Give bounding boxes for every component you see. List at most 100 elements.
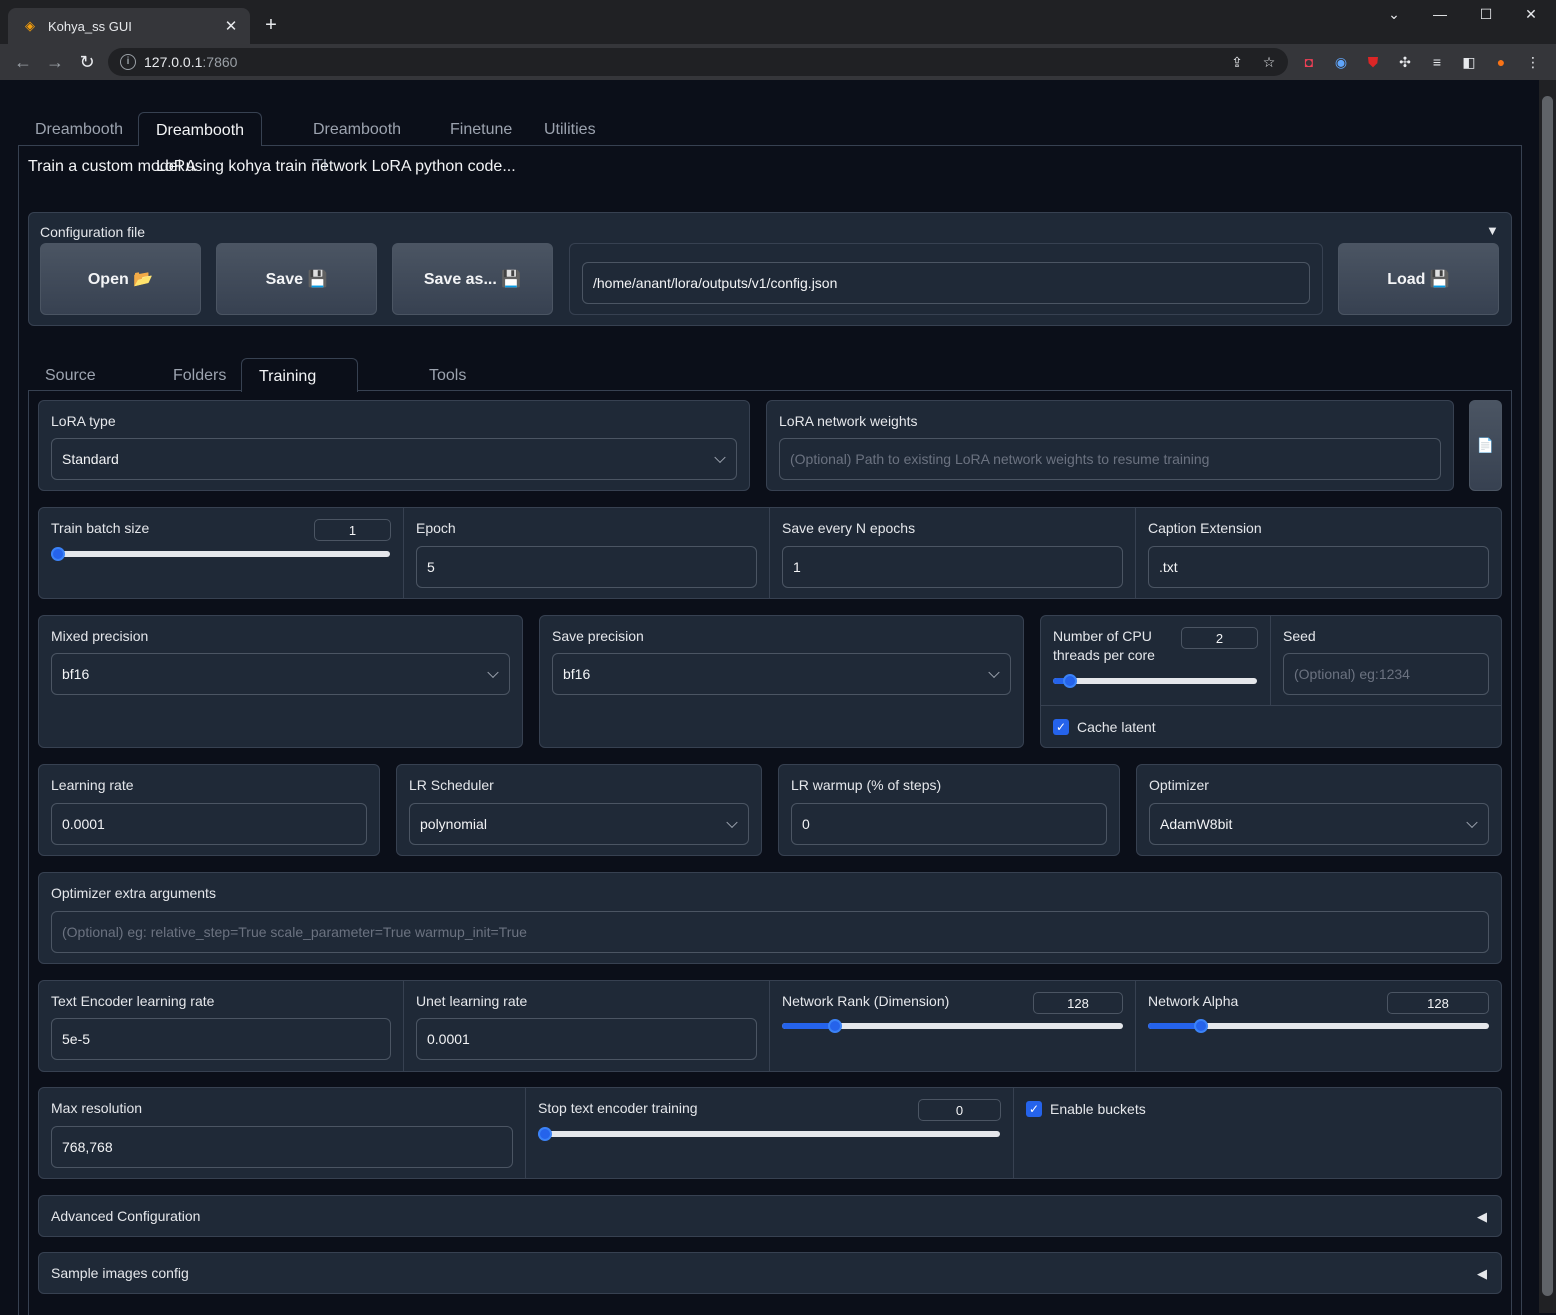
te-lr-label: Text Encoder learning rate <box>51 993 215 1009</box>
max-resolution-label: Max resolution <box>51 1100 143 1116</box>
config-file-label: Configuration file <box>40 224 146 240</box>
caption-ext-input[interactable]: .txt <box>1148 546 1489 588</box>
page-scrollbar-thumb[interactable] <box>1542 96 1553 1296</box>
save-every-label: Save every N epochs <box>782 520 916 536</box>
optimizer-select[interactable]: AdamW8bit <box>1149 803 1489 845</box>
pocket-extension-icon[interactable]: ◘ <box>1300 53 1318 71</box>
network-rank-number[interactable]: 128 <box>1033 992 1123 1014</box>
maximize-icon[interactable]: ☐ <box>1475 6 1497 23</box>
save-every-input[interactable]: 1 <box>782 546 1123 588</box>
lora-type-select[interactable]: Standard <box>51 438 737 480</box>
collapse-triangle-icon[interactable]: ▼ <box>1486 223 1499 238</box>
new-tab-icon[interactable]: + <box>260 14 282 36</box>
back-icon[interactable]: ← <box>12 52 34 72</box>
sample-images-accordion[interactable] <box>38 1252 1502 1294</box>
password-manager-extension-icon[interactable]: ◉ <box>1332 53 1350 71</box>
tab-training-parameters[interactable]: Training parameters <box>241 358 358 421</box>
unet-lr-input[interactable]: 0.0001 <box>416 1018 757 1060</box>
seed-input[interactable]: (Optional) eg:1234 <box>1283 653 1489 695</box>
cpu-threads-number[interactable]: 2 <box>1181 627 1258 649</box>
lora-weights-input[interactable]: (Optional) Path to existing LoRA network… <box>779 438 1441 480</box>
stop-te-slider[interactable] <box>538 1127 1000 1141</box>
tab-source-model[interactable]: Source model <box>28 358 113 420</box>
load-config-button[interactable]: Load 💾 <box>1338 243 1499 315</box>
close-tab-icon[interactable]: ✕ <box>222 17 240 35</box>
tab-dreambooth[interactable]: Dreambooth <box>18 112 140 146</box>
tab-utilities[interactable]: Utilities <box>527 112 613 146</box>
forward-icon[interactable]: → <box>44 52 66 72</box>
tab-dreambooth-ti[interactable]: Dreambooth TI <box>296 112 418 174</box>
chevron-down-icon <box>726 816 738 829</box>
slider-knob[interactable] <box>538 1127 552 1141</box>
enable-buckets-label: Enable buckets <box>1050 1101 1146 1117</box>
tab-finetune[interactable]: Finetune <box>433 112 529 146</box>
open-config-button[interactable]: Open 📂 <box>40 243 201 315</box>
te-lr-input[interactable]: 5e-5 <box>51 1018 391 1060</box>
config-path-input[interactable]: /home/anant/lora/outputs/v1/config.json <box>582 262 1310 304</box>
cpu-threads-label-line1: Number of CPU <box>1053 628 1152 644</box>
tab-search-chevron-icon[interactable]: ⌄ <box>1383 6 1405 23</box>
network-rank-slider[interactable] <box>782 1019 1123 1033</box>
save-as-config-button[interactable]: Save as... 💾 <box>392 243 553 315</box>
lora-type-value: Standard <box>62 451 119 467</box>
network-alpha-label: Network Alpha <box>1148 993 1239 1009</box>
max-resolution-input[interactable]: 768,768 <box>51 1126 513 1168</box>
learning-rate-input[interactable]: 0.0001 <box>51 803 367 845</box>
share-icon[interactable]: ⇪ <box>1228 53 1246 71</box>
slider-knob[interactable] <box>1063 674 1077 688</box>
browser-titlebar: ◈ Kohya_ss GUI ✕ + ⌄ — ☐ ✕ <box>0 0 1556 44</box>
save-precision-value: bf16 <box>563 666 591 682</box>
cpu-threads-slider[interactable] <box>1053 674 1257 688</box>
mixed-precision-select[interactable]: bf16 <box>51 653 510 695</box>
chrome-menu-icon[interactable]: ⋮ <box>1524 53 1542 71</box>
browser-tab[interactable]: ◈ Kohya_ss GUI ✕ <box>8 8 250 44</box>
sample-images-label: Sample images config <box>51 1265 189 1281</box>
expand-triangle-icon[interactable]: ◀ <box>1477 1266 1487 1282</box>
chevron-down-icon <box>988 666 1000 679</box>
minimize-icon[interactable]: — <box>1429 6 1451 22</box>
divider <box>1135 981 1136 1071</box>
divider <box>1135 508 1136 598</box>
slider-knob[interactable] <box>51 547 65 561</box>
stop-te-label: Stop text encoder training <box>538 1100 698 1116</box>
slider-knob[interactable] <box>828 1019 842 1033</box>
train-batch-slider[interactable] <box>51 547 390 561</box>
network-alpha-slider[interactable] <box>1148 1019 1489 1033</box>
url-host: 127.0.0.1 <box>144 54 203 70</box>
optimizer-extra-input[interactable]: (Optional) eg: relative_step=True scale_… <box>51 911 1489 953</box>
lr-scheduler-select[interactable]: polynomial <box>409 803 749 845</box>
stop-te-number[interactable]: 0 <box>918 1099 1001 1121</box>
tab-folders[interactable]: Folders <box>156 358 243 392</box>
cpu-threads-label-line2: threads per core <box>1053 647 1155 663</box>
epoch-input[interactable]: 5 <box>416 546 757 588</box>
divider <box>1270 616 1271 705</box>
extensions-puzzle-icon[interactable]: ✣ <box>1396 53 1414 71</box>
profile-avatar-icon[interactable]: ● <box>1492 53 1510 71</box>
lr-scheduler-label: LR Scheduler <box>409 777 494 793</box>
cache-latent-checkbox[interactable]: ✓ <box>1053 719 1069 735</box>
tab-dreambooth-lora[interactable]: Dreambooth LoRA <box>138 112 263 175</box>
reload-icon[interactable]: ↻ <box>76 52 98 72</box>
reading-list-icon[interactable]: ≡ <box>1428 53 1446 71</box>
divider <box>769 508 770 598</box>
file-picker-button[interactable]: 📄 <box>1469 400 1502 491</box>
bookmark-star-icon[interactable]: ☆ <box>1260 53 1278 71</box>
address-bar[interactable]: i 127.0.0.1:7860 <box>108 48 1288 76</box>
expand-triangle-icon[interactable]: ◀ <box>1477 1209 1487 1225</box>
lora-weights-label: LoRA network weights <box>779 413 918 429</box>
slider-knob[interactable] <box>1194 1019 1208 1033</box>
network-alpha-number[interactable]: 128 <box>1387 992 1489 1014</box>
divider <box>403 508 404 598</box>
window-close-icon[interactable]: ✕ <box>1520 6 1542 23</box>
ublock-extension-icon[interactable]: ⛊ <box>1364 53 1382 71</box>
save-config-button[interactable]: Save 💾 <box>216 243 377 315</box>
lr-warmup-input[interactable]: 0 <box>791 803 1107 845</box>
side-panel-icon[interactable]: ◧ <box>1460 53 1478 71</box>
mixed-precision-label: Mixed precision <box>51 628 149 644</box>
advanced-config-accordion[interactable] <box>38 1195 1502 1237</box>
site-info-icon[interactable]: i <box>120 54 136 70</box>
enable-buckets-checkbox[interactable]: ✓ <box>1026 1101 1042 1117</box>
tab-tools[interactable]: Tools <box>412 358 483 392</box>
save-precision-select[interactable]: bf16 <box>552 653 1011 695</box>
train-batch-number[interactable]: 1 <box>314 519 391 541</box>
